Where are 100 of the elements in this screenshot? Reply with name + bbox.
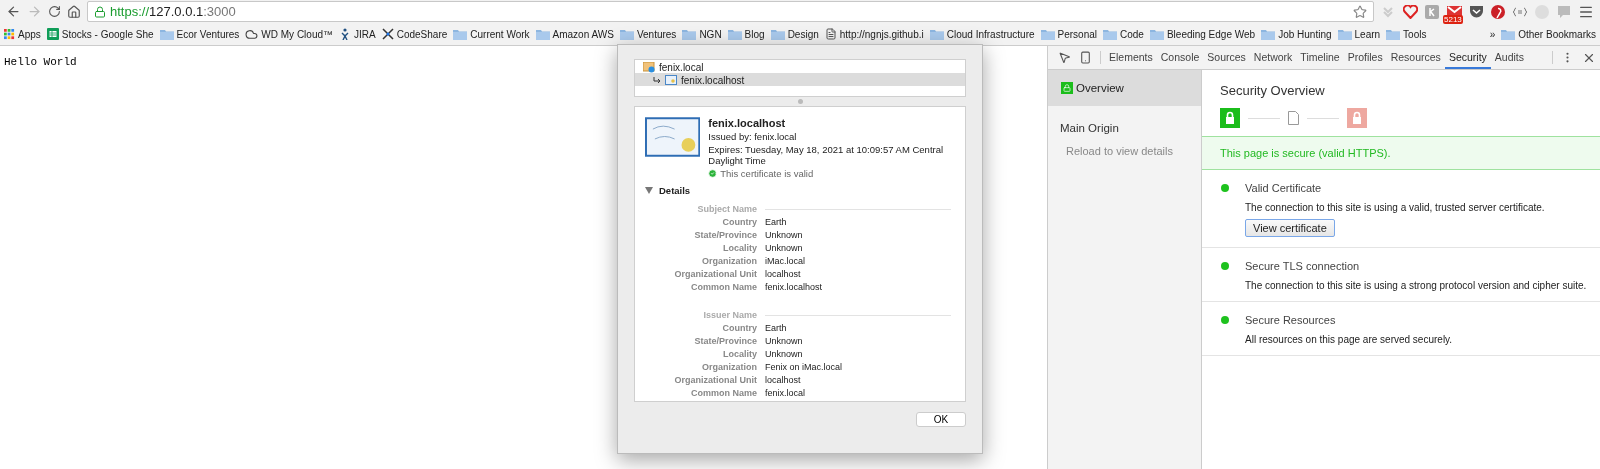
devtools-tab[interactable]: Profiles	[1343, 46, 1387, 69]
certificate-name: fenix.localhost	[708, 117, 787, 129]
reload-button[interactable]	[48, 5, 61, 18]
bookmark[interactable]: NGN	[682, 28, 722, 40]
bookmark[interactable]: Bleeding Edge Web	[1149, 28, 1256, 40]
field-value: Earth	[765, 217, 788, 227]
bookmark[interactable]: Learn	[1337, 28, 1381, 40]
chat-icon	[1557, 4, 1571, 19]
phone-icon	[1079, 51, 1092, 64]
field-value: fenix.localhost	[765, 282, 824, 292]
bookmark[interactable]: JIRA	[339, 28, 376, 40]
back-button[interactable]	[6, 4, 21, 19]
document-icon	[1288, 111, 1299, 125]
field-label: Country	[721, 217, 757, 227]
field-label: Organizational Unit	[673, 269, 757, 279]
folder-icon	[159, 28, 174, 40]
folder-icon	[1501, 28, 1516, 40]
pocket-icon	[1468, 5, 1484, 18]
folder-icon	[682, 28, 697, 40]
devtools-tab[interactable]: Elements	[1105, 46, 1157, 69]
validity-status: This certificate is valid	[720, 168, 814, 179]
devtools-tab[interactable]: Audits	[1490, 46, 1528, 69]
check-title: Secure TLS connection	[1245, 260, 1360, 272]
folder-icon	[770, 28, 785, 40]
spreadsheet-icon	[46, 28, 59, 40]
view-certificate-button[interactable]: View certificate	[1245, 219, 1335, 237]
devtools-tab[interactable]: Sources	[1203, 46, 1250, 69]
bookmark[interactable]: Ecor Ventures	[159, 28, 240, 40]
bookmark[interactable]: Code	[1103, 28, 1144, 40]
folder-icon	[1337, 28, 1352, 40]
forward-icon	[27, 4, 42, 19]
home-button[interactable]	[67, 4, 81, 19]
bookmark[interactable]: Cloud Infrastructure	[929, 28, 1035, 40]
bookmark[interactable]: Design	[770, 28, 819, 40]
extension-button[interactable]	[1402, 3, 1418, 20]
certificate-label: fenix.local	[659, 61, 704, 73]
field-value: fenix.local	[765, 388, 807, 398]
folder-icon	[1040, 28, 1055, 40]
devtools-tab[interactable]: Resources	[1386, 46, 1445, 69]
reload-icon	[48, 5, 61, 18]
bookmark[interactable]: CodeShare	[381, 28, 448, 40]
devtools-tab[interactable]: Console	[1156, 46, 1204, 69]
folder-icon	[1149, 28, 1164, 40]
extension-button[interactable]: 5213	[1446, 3, 1462, 20]
certificate-tree-item[interactable]: fenix.localhost	[635, 73, 965, 86]
extension-button[interactable]	[1490, 3, 1506, 20]
page-text: Hello World	[4, 56, 77, 68]
home-icon	[67, 4, 81, 19]
check-title: Secure Resources	[1245, 314, 1336, 326]
child-arrow-icon	[653, 76, 661, 84]
origin-heading: Main Origin	[1059, 121, 1120, 134]
bookmark[interactable]: http://ngnjs.github.i	[824, 28, 924, 40]
insecure-lock-icon	[1347, 108, 1367, 128]
splitter-handle[interactable]	[797, 99, 803, 104]
security-overview-title: Security Overview	[1219, 82, 1326, 98]
field-value: Unknown	[765, 243, 804, 253]
field-value: Earth	[765, 323, 788, 333]
valid-check-icon	[708, 169, 718, 178]
bookmark[interactable]: Ventures	[619, 28, 677, 40]
bookmark[interactable]: Other Bookmarks	[1501, 28, 1596, 40]
bookmark[interactable]: WD My Cloud™	[245, 27, 333, 41]
check-description: The connection to this site is using a strong protocol version and cipher suite.	[1245, 280, 1587, 291]
chevrons-icon	[1381, 4, 1395, 19]
folder-icon	[535, 28, 550, 40]
field-label: Common Name	[690, 388, 757, 398]
devtools-tab[interactable]: Network	[1249, 46, 1297, 69]
folder-icon	[929, 28, 944, 40]
bookmark[interactable]: Blog	[727, 28, 765, 40]
bookmark[interactable]: Apps	[4, 28, 41, 40]
address-field[interactable]: https://127.0.0.1:3000	[87, 1, 1374, 22]
secure-lock-icon	[1220, 108, 1240, 128]
devtools-tab[interactable]: Security	[1444, 46, 1491, 69]
ok-button[interactable]: OK	[916, 412, 966, 427]
details-toggle[interactable]: Details	[645, 185, 955, 196]
bookmark[interactable]: Stocks - Google She	[46, 28, 154, 40]
bookmark[interactable]: Amazon AWS	[535, 28, 614, 40]
bookmark[interactable]: Tools	[1386, 28, 1427, 40]
page-icon	[824, 28, 837, 40]
bookmark[interactable]: Current Work	[453, 28, 530, 40]
issuer-text: Issued by: fenix.local	[708, 131, 798, 142]
field-value: localhost	[765, 375, 802, 385]
bookmark-star-icon[interactable]	[1353, 4, 1367, 19]
field-value: Fenix on iMac.local	[765, 362, 844, 372]
cross-arrows-icon	[381, 28, 394, 40]
certificate-drawing	[645, 117, 701, 157]
back-icon	[6, 4, 21, 19]
extension-button[interactable]	[1468, 3, 1484, 20]
overview-item[interactable]: Overview	[1048, 70, 1201, 106]
devtools-tab[interactable]: Timeline	[1296, 46, 1344, 69]
folder-icon	[1103, 28, 1117, 40]
section-heading: Subject Name	[696, 204, 757, 214]
origin-hint: Reload to view details	[1065, 144, 1174, 157]
field-label: State/Province	[693, 230, 757, 240]
url-scheme: https://	[110, 4, 150, 19]
field-label: Locality	[722, 349, 757, 359]
bookmark[interactable]: Personal	[1040, 28, 1097, 40]
url-port: :3000	[203, 4, 236, 19]
bookmark[interactable]: Job Hunting	[1261, 28, 1332, 40]
certificate-tree-item[interactable]: fenix.local	[635, 60, 965, 73]
more-bookmarks-button[interactable]: »	[1489, 28, 1496, 40]
